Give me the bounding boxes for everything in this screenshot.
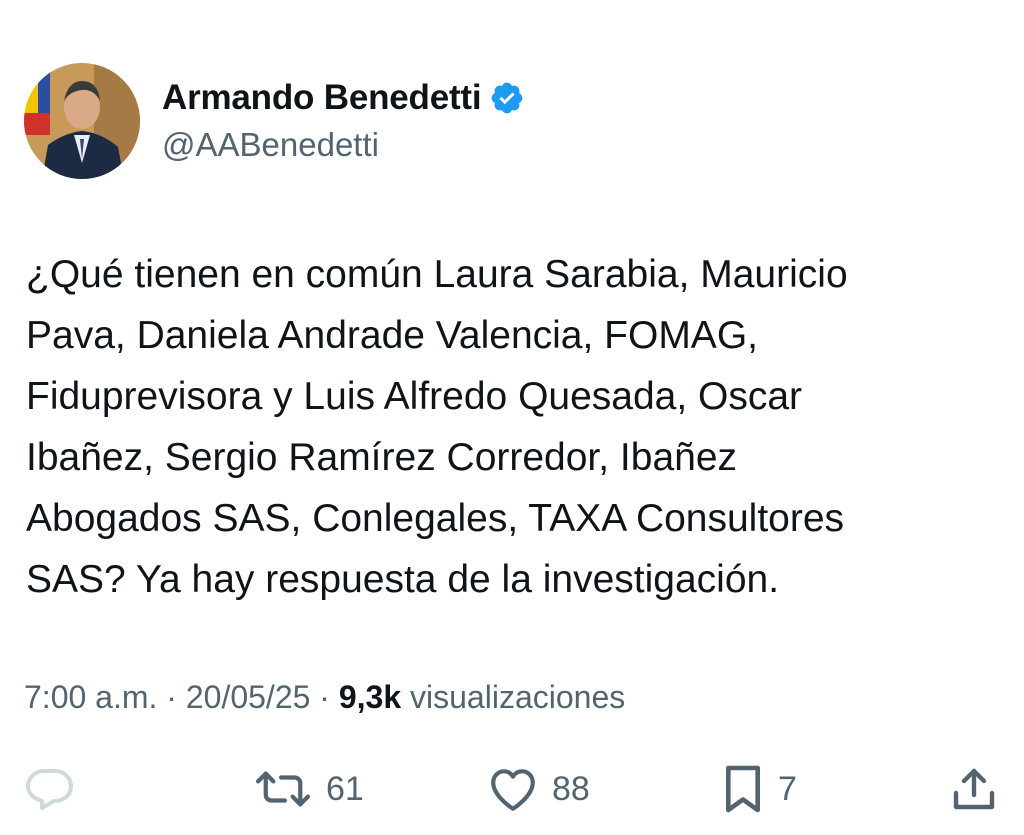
like-count: 88: [552, 769, 590, 808]
heart-icon: [491, 769, 535, 811]
tweet-text-line: Abogados SAS, Conlegales, TAXA Consultor…: [26, 497, 845, 540]
bookmark-icon: [725, 765, 761, 813]
tweet-text: ¿Qué tienen en común Laura Sarabia, Maur…: [26, 244, 1006, 610]
tweet-text-line: ¿Qué tienen en común Laura Sarabia, Maur…: [26, 253, 848, 296]
bookmark-button[interactable]: 7: [722, 764, 797, 814]
author-name-row[interactable]: Armando Benedetti: [162, 78, 525, 118]
author-handle[interactable]: @AABenedetti: [162, 126, 379, 164]
share-button[interactable]: [950, 764, 998, 814]
views-label[interactable]: visualizaciones: [410, 679, 625, 715]
views-count[interactable]: 9,3k: [339, 679, 401, 715]
tweet-text-line: Fiduprevisora y Luis Alfredo Quesada, Os…: [26, 375, 803, 418]
tweet-text-line: Ibañez, Sergio Ramírez Corredor, Ibañez: [26, 436, 738, 479]
tweet-text-line: Pava, Daniela Andrade Valencia, FOMAG,: [26, 314, 758, 357]
avatar[interactable]: [24, 63, 140, 179]
retweet-count: 61: [326, 769, 364, 808]
retweet-icon: [255, 771, 311, 807]
tweet-time[interactable]: 7:00 a.m.: [24, 679, 157, 715]
tweet-text-line: SAS? Ya hay respuesta de la investigació…: [26, 558, 780, 601]
like-button[interactable]: 88: [488, 764, 590, 814]
bookmark-count: 7: [778, 769, 797, 808]
reply-icon: [26, 769, 73, 810]
meta-separator: ·: [319, 679, 330, 715]
tweet-meta: 7:00 a.m. · 20/05/25 · 9,3k visualizacio…: [24, 679, 625, 716]
retweet-button[interactable]: 61: [254, 764, 364, 814]
meta-separator: ·: [166, 679, 177, 715]
tweet-date[interactable]: 20/05/25: [186, 679, 311, 715]
share-icon: [953, 768, 995, 810]
verified-badge-icon: [489, 80, 525, 116]
reply-button[interactable]: [24, 764, 76, 814]
author-display-name[interactable]: Armando Benedetti: [162, 78, 482, 118]
